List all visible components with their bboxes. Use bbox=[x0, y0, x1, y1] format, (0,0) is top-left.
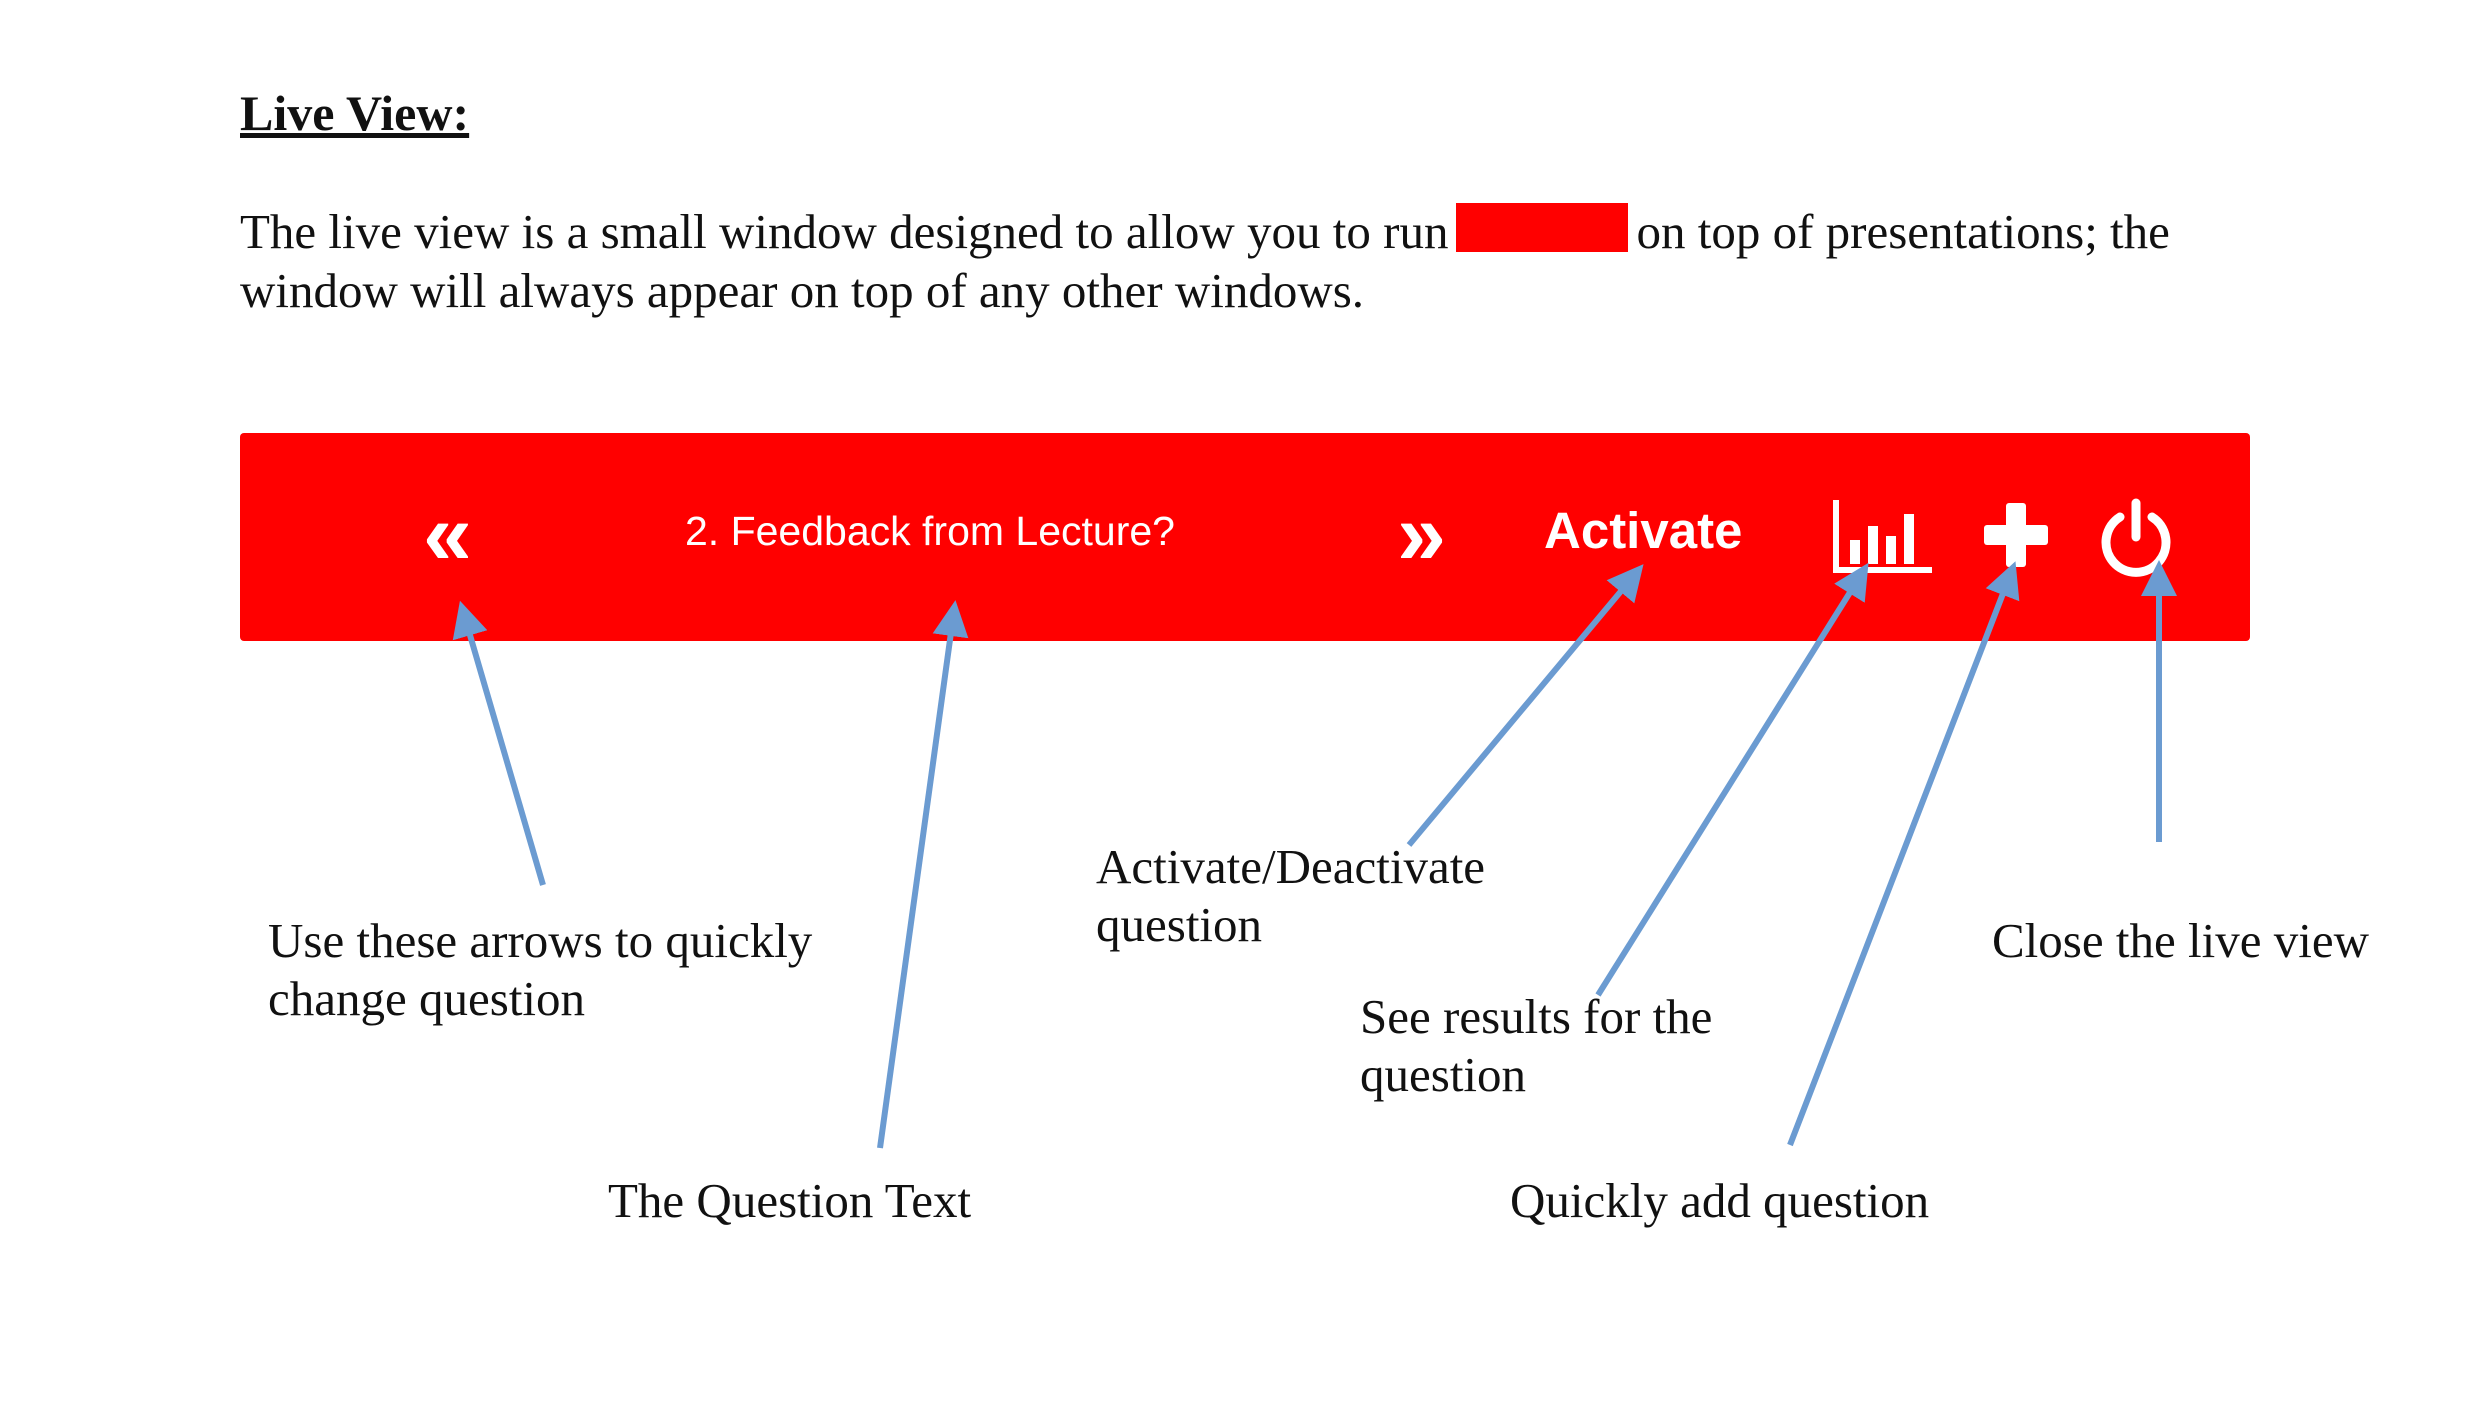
activate-button[interactable]: Activate bbox=[1544, 505, 1742, 556]
double-chevron-left-icon[interactable]: « bbox=[423, 490, 472, 578]
callout-line: question bbox=[1096, 897, 1263, 952]
callout-line: Activate/Deactivate bbox=[1096, 839, 1486, 894]
callout-activate-text: Activate/Deactivate question bbox=[1096, 838, 1485, 954]
section-heading: Live View: bbox=[240, 85, 470, 141]
live-view-bar: « 2. Feedback from Lecture? » Activate bbox=[240, 433, 2250, 641]
arrow-to-question-text bbox=[877, 600, 969, 1149]
arrow-to-nav-arrows bbox=[452, 600, 546, 886]
callout-line: Use these arrows to quickly bbox=[268, 913, 813, 968]
callout-add-text: Quickly add question bbox=[1510, 1173, 1930, 1228]
callout-arrows-text: Use these arrows to quickly change quest… bbox=[268, 912, 812, 1028]
power-icon[interactable] bbox=[2098, 497, 2174, 577]
callout-line: question bbox=[1360, 1047, 1527, 1102]
bar-chart-icon[interactable] bbox=[1832, 500, 1932, 574]
callout-line: change question bbox=[268, 971, 586, 1026]
callout-line: See results for the bbox=[1360, 989, 1713, 1044]
document-page: Live View: The live view is a small wind… bbox=[0, 0, 2478, 1422]
callout-results-text: See results for the question bbox=[1360, 988, 1712, 1104]
callout-question-text: The Question Text bbox=[608, 1173, 972, 1228]
question-text: 2. Feedback from Lecture? bbox=[685, 508, 1175, 554]
double-chevron-right-icon[interactable]: » bbox=[1397, 490, 1446, 578]
redaction-block bbox=[1456, 203, 1629, 252]
intro-text-start: The live view is a small window designed… bbox=[240, 204, 1449, 259]
callout-close-text: Close the live view bbox=[1992, 913, 2369, 968]
plus-icon[interactable] bbox=[1982, 501, 2050, 569]
arrow-to-add bbox=[1787, 561, 2020, 1147]
intro-paragraph: The live view is a small window designed… bbox=[240, 202, 2340, 320]
